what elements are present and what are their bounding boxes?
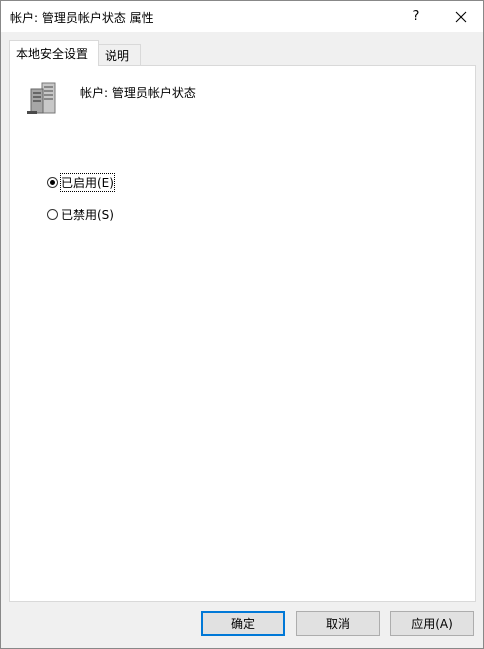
tab-panel: 帐户: 管理员帐户状态 已启用(E) 已禁用(S)	[9, 65, 476, 602]
server-icon	[27, 82, 56, 114]
radio-disabled-indicator[interactable]	[47, 208, 58, 220]
tab-explain[interactable]: 说明	[98, 44, 141, 66]
radio-enabled-indicator[interactable]	[47, 176, 58, 188]
radio-enabled-label[interactable]: 已启用(E)	[60, 172, 115, 192]
close-button[interactable]	[439, 1, 483, 32]
tab-label: 本地安全设置	[16, 47, 89, 61]
close-icon	[455, 11, 467, 22]
policy-name: 帐户: 管理员帐户状态	[80, 86, 196, 100]
radio-disabled-label[interactable]: 已禁用(S)	[61, 206, 114, 223]
ok-button[interactable]: 确定	[201, 611, 285, 636]
cancel-button[interactable]: 取消	[296, 611, 380, 636]
tab-label: 说明	[105, 49, 130, 63]
tab-local-security-setting[interactable]: 本地安全设置	[9, 40, 99, 66]
radio-enabled[interactable]: 已启用(E)	[47, 172, 115, 192]
help-button[interactable]: ?	[394, 1, 438, 32]
properties-dialog: 帐户: 管理员帐户状态 属性 ? 本地安全设置 说明 帐户: 管理员帐户状态 已…	[0, 0, 484, 649]
window-title: 帐户: 管理员帐户状态 属性	[10, 11, 154, 25]
title-bar: 帐户: 管理员帐户状态 属性 ?	[1, 1, 483, 32]
radio-disabled[interactable]: 已禁用(S)	[47, 206, 114, 222]
apply-button[interactable]: 应用(A)	[390, 611, 474, 636]
help-icon: ?	[412, 9, 420, 24]
button-bar: 确定 取消 应用(A)	[1, 601, 483, 648]
